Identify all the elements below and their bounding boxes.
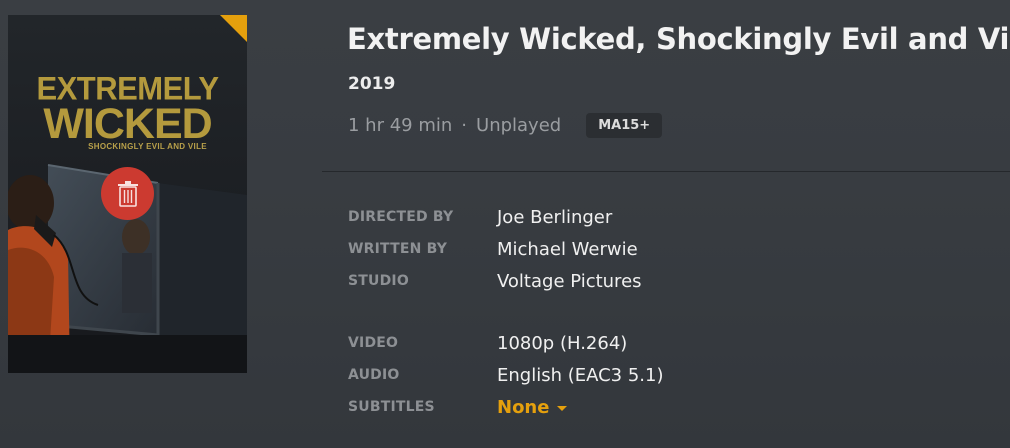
chevron-down-icon bbox=[557, 406, 568, 411]
poster-title-line2: WICKED bbox=[43, 100, 212, 148]
section-divider bbox=[322, 171, 1010, 172]
subtitles-dropdown[interactable]: None bbox=[497, 397, 568, 418]
video-label: VIDEO bbox=[348, 335, 399, 351]
director-name[interactable]: Joe Berlinger bbox=[497, 207, 612, 228]
unwatched-corner-badge bbox=[220, 15, 247, 42]
movie-title: Extremely Wicked, Shockingly Evil and Vi… bbox=[347, 22, 1010, 56]
delete-button[interactable] bbox=[101, 167, 154, 220]
trash-icon bbox=[117, 180, 138, 207]
subtitles-value: None bbox=[497, 397, 550, 418]
written-by-label: WRITTEN BY bbox=[348, 241, 448, 257]
subtitles-label: SUBTITLES bbox=[348, 399, 435, 415]
studio-label: STUDIO bbox=[348, 273, 409, 289]
writer-name[interactable]: Michael Werwie bbox=[497, 239, 638, 260]
studio-name[interactable]: Voltage Pictures bbox=[497, 271, 642, 292]
meta-separator: · bbox=[461, 114, 468, 136]
movie-meta-line: 1 hr 49 min · Unplayed MA15+ bbox=[348, 112, 663, 138]
content-rating-badge: MA15+ bbox=[586, 112, 663, 138]
video-info: 1080p (H.264) bbox=[497, 333, 628, 354]
play-status: Unplayed bbox=[476, 114, 562, 136]
audio-label: AUDIO bbox=[348, 367, 400, 383]
release-year: 2019 bbox=[348, 74, 396, 94]
poster-title-line1: EXTREMELY bbox=[36, 70, 219, 107]
poster-title-art: EXTREMELY WICKED SHOCKINGLY EVIL AND VIL… bbox=[8, 70, 247, 151]
audio-info[interactable]: English (EAC3 5.1) bbox=[497, 365, 664, 386]
duration: 1 hr 49 min bbox=[348, 114, 453, 136]
directed-by-label: DIRECTED BY bbox=[348, 209, 454, 225]
movie-poster[interactable]: EXTREMELY WICKED SHOCKINGLY EVIL AND VIL… bbox=[8, 15, 247, 373]
